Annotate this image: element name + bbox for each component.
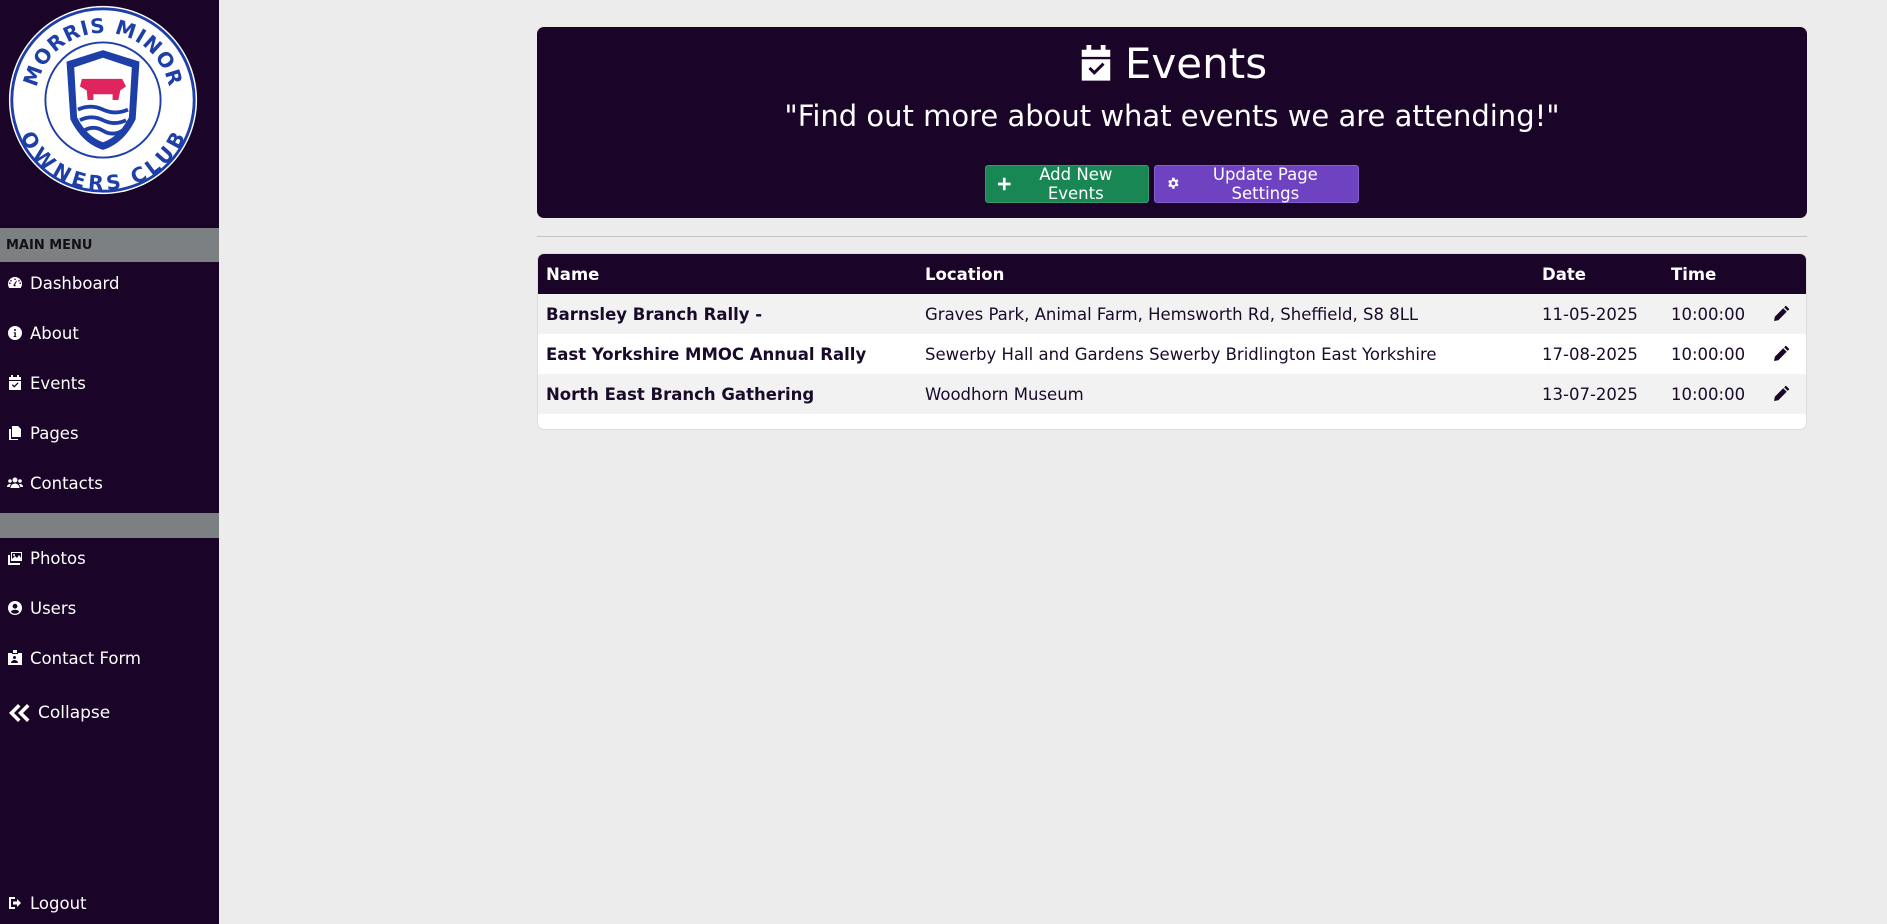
sidebar-item-label: Users <box>30 598 77 618</box>
update-page-settings-label: Update Page Settings <box>1212 165 1318 203</box>
sidebar-item-label: Logout <box>30 893 87 913</box>
event-time: 10:00:00 <box>1671 344 1746 364</box>
copy-icon <box>6 424 24 442</box>
table-row: Barnsley Branch Rally - Graves Park, Ani… <box>538 294 1806 334</box>
edit-button[interactable] <box>1773 334 1791 374</box>
divider <box>537 236 1807 237</box>
add-new-events-button[interactable]: Add New Events <box>985 165 1149 203</box>
sidebar-item-label: About <box>30 323 79 343</box>
table-row: East Yorkshire MMOC Annual Rally Sewerby… <box>538 334 1806 374</box>
sidebar-item-events[interactable]: Events <box>0 363 219 403</box>
gear-icon <box>1168 177 1179 189</box>
sidebar-item-about[interactable]: About <box>0 313 219 353</box>
edit-button[interactable] <box>1773 374 1791 414</box>
sidebar-collapse-button[interactable]: Collapse <box>0 693 219 733</box>
club-logo[interactable]: MORRIS MINOR OWNERS CLUB <box>7 4 199 196</box>
header-location[interactable]: Location <box>925 254 1004 294</box>
event-name: North East Branch Gathering <box>546 384 815 404</box>
images-icon <box>6 549 24 567</box>
page-title-text: Events <box>1124 39 1268 88</box>
page-title: Events <box>537 43 1807 85</box>
sidebar-item-label: Contact Form <box>30 648 142 668</box>
event-time: 10:00:00 <box>1671 384 1746 404</box>
user-circle-icon <box>6 599 24 617</box>
sign-out-icon <box>6 894 24 912</box>
event-location: Sewerby Hall and Gardens Sewerby Bridlin… <box>925 344 1437 364</box>
event-location: Woodhorn Museum <box>925 384 1084 404</box>
users-icon <box>6 474 24 492</box>
sidebar: MORRIS MINOR OWNERS CLUB MAIN MENU Dashb… <box>0 0 219 924</box>
pencil-icon <box>1773 345 1791 363</box>
header-name[interactable]: Name <box>546 254 599 294</box>
sidebar-item-contact-form[interactable]: Contact Form <box>0 638 219 678</box>
sidebar-item-label: Pages <box>30 423 79 443</box>
main-menu-header: MAIN MENU <box>0 228 219 262</box>
sidebar-item-dashboard[interactable]: Dashboard <box>0 263 219 303</box>
event-date: 17-08-2025 <box>1542 344 1638 364</box>
event-name: Barnsley Branch Rally - <box>546 304 763 324</box>
header-date[interactable]: Date <box>1542 254 1586 294</box>
sidebar-item-label: Contacts <box>30 473 103 493</box>
pencil-icon <box>1773 385 1791 403</box>
events-banner: Events "Find out more about what events … <box>537 27 1807 218</box>
sidebar-item-pages[interactable]: Pages <box>0 413 219 453</box>
double-chevron-left-icon <box>6 704 32 722</box>
header-time[interactable]: Time <box>1671 254 1716 294</box>
edit-button[interactable] <box>1773 294 1791 334</box>
event-location: Graves Park, Animal Farm, Hemsworth Rd, … <box>925 304 1419 324</box>
banner-actions: Add New Events Update Page Settings <box>537 165 1807 203</box>
event-time: 10:00:00 <box>1671 304 1746 324</box>
sidebar-item-label: Dashboard <box>30 273 120 293</box>
sidebar-item-label: Photos <box>30 548 86 568</box>
update-page-settings-button[interactable]: Update Page Settings <box>1154 165 1359 203</box>
events-table: Name Location Date Time Barnsley Branch … <box>537 253 1807 430</box>
event-date: 13-07-2025 <box>1542 384 1638 404</box>
event-date: 11-05-2025 <box>1542 304 1638 324</box>
sidebar-item-label: Events <box>30 373 86 393</box>
page-subtitle: "Find out more about what events we are … <box>784 99 1560 133</box>
table-header: Name Location Date Time <box>538 254 1806 294</box>
id-badge-icon <box>6 649 24 667</box>
sidebar-item-users[interactable]: Users <box>0 588 219 628</box>
calendar-check-icon <box>6 374 24 392</box>
calendar-check-icon <box>1077 43 1115 85</box>
add-new-events-label: Add New Events <box>1039 165 1113 203</box>
collapse-label: Collapse <box>38 703 111 723</box>
sidebar-item-photos[interactable]: Photos <box>0 538 219 578</box>
table-row: North East Branch Gathering Woodhorn Mus… <box>538 374 1806 414</box>
event-name: East Yorkshire MMOC Annual Rally <box>546 344 867 364</box>
plus-icon <box>998 177 1011 191</box>
sidebar-item-logout[interactable]: Logout <box>0 883 219 923</box>
sidebar-item-contacts[interactable]: Contacts <box>0 463 219 503</box>
gauge-icon <box>6 274 24 292</box>
info-circle-icon <box>6 324 24 342</box>
pencil-icon <box>1773 305 1791 323</box>
menu-divider <box>0 513 219 538</box>
